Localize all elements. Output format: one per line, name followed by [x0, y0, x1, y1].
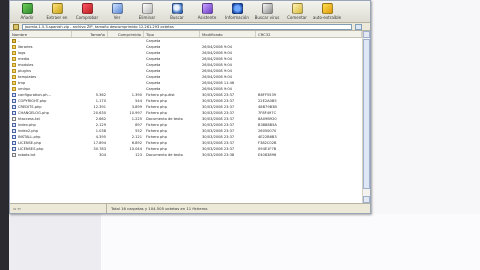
file-crc-cell: E4083896: [258, 153, 277, 157]
chevron-down-icon[interactable]: [355, 23, 362, 30]
folder-icon: [12, 69, 16, 73]
status-bar: ▭ ⊷ Total 16 carpetas y 104.505 octetos …: [10, 203, 370, 213]
file-type-cell: Documento de texto: [146, 153, 183, 157]
folder-icon: [12, 57, 16, 61]
info-button[interactable]: Información: [222, 1, 252, 23]
toolbar: Añadir Extraer en Comprobar Ver Eliminar…: [10, 1, 370, 23]
file-list: Nombre Tamaño Comprimido Tipo Modificado…: [10, 31, 362, 203]
column-type-header[interactable]: Tipo: [144, 31, 200, 37]
wizard-button[interactable]: Asistente: [192, 1, 222, 23]
column-size-header[interactable]: Tamaño: [72, 31, 108, 37]
file-name-cell: robots.txt: [10, 152, 72, 158]
sfx-icon: [321, 3, 333, 14]
text-file-icon: [12, 153, 16, 157]
find-button-label: Buscar: [170, 15, 184, 20]
scrollbar-thumb[interactable]: [363, 39, 370, 189]
folder-icon: [12, 45, 16, 49]
virus-scan-button-label: Buscar virus: [254, 15, 280, 20]
test-button[interactable]: Comprobar: [72, 1, 102, 23]
php-file-icon: [12, 105, 16, 109]
view-icon: [111, 3, 123, 14]
extract-to-button[interactable]: Extraer en: [42, 1, 72, 23]
file-name-text: robots.txt: [18, 153, 36, 157]
status-icons: ▭ ⊷: [10, 207, 106, 211]
add-button-label: Añadir: [20, 15, 34, 20]
folder-icon: [12, 87, 16, 91]
sfx-button[interactable]: auto-extraíble: [312, 1, 342, 23]
winrar-window: Añadir Extraer en Comprobar Ver Eliminar…: [9, 0, 371, 214]
file-list-header: Nombre Tamaño Comprimido Tipo Modificado…: [10, 31, 362, 38]
find-button[interactable]: Buscar: [162, 1, 192, 23]
add-icon: [21, 3, 33, 14]
desktop-background-right: [372, 0, 480, 214]
desktop-background-bottom-right: [101, 214, 480, 270]
virus-scan-icon: [261, 3, 273, 14]
up-folder-icon[interactable]: [13, 23, 19, 30]
address-bar: Joomla-1.5.3-spanish.zip - archivo ZIP, …: [10, 23, 370, 31]
php-file-icon: [12, 147, 16, 151]
archive-path-field[interactable]: Joomla-1.5.3-spanish.zip - archivo ZIP, …: [22, 23, 352, 30]
table-row[interactable]: robots.txt 304 123 Documento de texto 30/03/…: [10, 152, 362, 158]
wizard-icon: [201, 3, 213, 14]
view-button[interactable]: Ver: [102, 1, 132, 23]
key-icon[interactable]: ⊷: [17, 207, 21, 211]
scroll-down-icon[interactable]: [363, 196, 370, 203]
php-file-icon: [12, 93, 16, 97]
column-packed-header[interactable]: Comprimido: [108, 31, 144, 37]
delete-icon: [141, 3, 153, 14]
virus-scan-button[interactable]: Buscar virus: [252, 1, 282, 23]
scroll-up-icon[interactable]: [363, 31, 370, 38]
column-crc-header[interactable]: CRC32: [256, 31, 362, 37]
php-file-icon: [12, 135, 16, 139]
drive-icon[interactable]: ▭: [13, 207, 16, 211]
info-button-label: Información: [225, 15, 249, 20]
comment-button-label: Comentar: [287, 15, 307, 20]
desktop-background-bottom-left: [9, 214, 101, 270]
file-size-cell: 304: [99, 153, 106, 157]
delete-button[interactable]: Eliminar: [132, 1, 162, 23]
column-modified-header[interactable]: Modificado: [200, 31, 256, 37]
file-packed-cell: 123: [135, 153, 142, 157]
add-button[interactable]: Añadir: [12, 1, 42, 23]
status-text: Total 16 carpetas y 104.505 octetos en 1…: [106, 203, 207, 213]
wizard-button-label: Asistente: [197, 15, 217, 20]
parent-folder-icon: [12, 39, 16, 43]
file-rows: .. Carpeta libraries Carpeta 26/04/2008 9:04…: [10, 38, 362, 158]
view-button-label: Ver: [113, 15, 121, 20]
file-modified-cell: 30/03/2008 23:38: [202, 153, 235, 157]
php-file-icon: [12, 99, 16, 103]
php-file-icon: [12, 123, 16, 127]
php-file-icon: [12, 141, 16, 145]
info-icon: [231, 3, 243, 14]
folder-icon: [12, 81, 16, 85]
find-icon: [171, 3, 183, 14]
php-file-icon: [12, 111, 16, 115]
column-name-header[interactable]: Nombre: [10, 31, 72, 37]
folder-icon: [12, 75, 16, 79]
vertical-scrollbar[interactable]: [362, 31, 370, 203]
extract-icon: [51, 3, 63, 14]
text-file-icon: [12, 117, 16, 121]
folder-icon: [12, 63, 16, 67]
test-icon: [81, 3, 93, 14]
comment-button[interactable]: Comentar: [282, 1, 312, 23]
extract-to-button-label: Extraer en: [46, 15, 68, 20]
comment-icon: [291, 3, 303, 14]
folder-icon: [12, 51, 16, 55]
file-name-wrap: robots.txt: [12, 152, 72, 158]
sfx-button-label: auto-extraíble: [312, 15, 342, 20]
left-desktop-strip: [0, 0, 9, 270]
test-button-label: Comprobar: [75, 15, 99, 20]
php-file-icon: [12, 129, 16, 133]
delete-button-label: Eliminar: [138, 15, 156, 20]
